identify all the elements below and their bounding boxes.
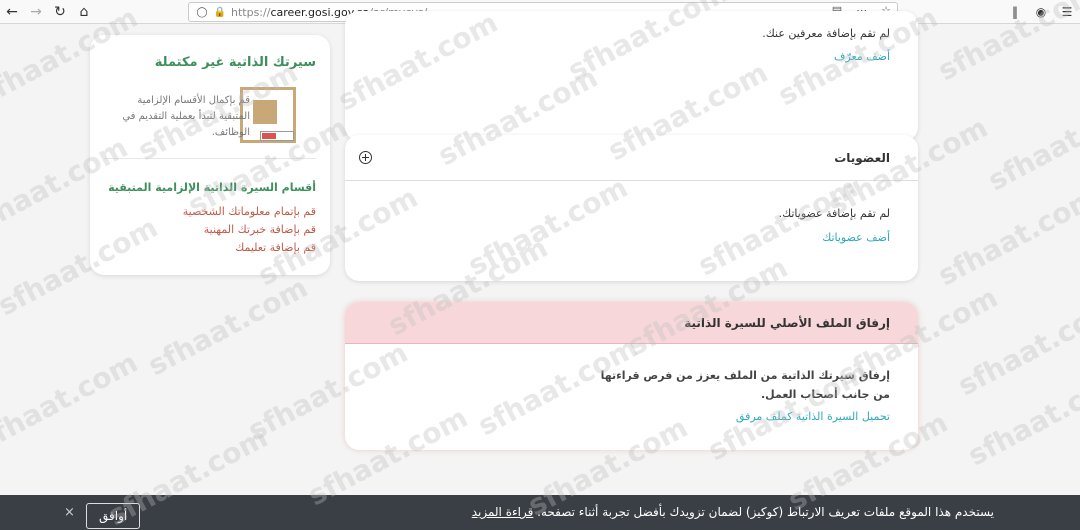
upload-cv-link[interactable]: تحميل السيرة الذاتية كملف مرفق <box>736 410 890 423</box>
sidebar-divider <box>104 158 316 159</box>
cv-progress-bar <box>260 131 294 141</box>
cv-attachment-card: إرفاق الملف الأصلي للسيرة الذاتية إرفاق … <box>345 302 918 450</box>
memberships-card: العضويات لم تقم بإضافة عضوياتك. أضف عضوي… <box>345 135 918 281</box>
cv-progress-fill <box>262 133 276 139</box>
cv-incomplete-title: سيرتك الذاتية غير مكتملة <box>154 55 316 70</box>
lock-icon[interactable]: 🔒 <box>213 5 227 19</box>
cookie-message: يستخدم هذا الموقع ملفات تعريف الارتباط (… <box>472 505 994 519</box>
cv-attachment-header: إرفاق الملف الأصلي للسيرة الذاتية <box>345 302 918 344</box>
library-icon[interactable]: ‖ <box>1002 0 1028 24</box>
references-empty-text: لم تقم بإضافة معرفين عنك. <box>762 27 890 40</box>
plus-circle-icon[interactable] <box>359 151 372 164</box>
required-section-experience[interactable]: قم بإضافة خبرتك المهنية <box>183 221 316 239</box>
shield-icon[interactable]: ◯ <box>195 5 209 19</box>
cv-attachment-title: إرفاق الملف الأصلي للسيرة الذاتية <box>684 315 890 330</box>
add-reference-link[interactable]: أضف معرّف <box>834 50 890 63</box>
required-section-education[interactable]: قم بإضافة تعليمك <box>183 239 316 257</box>
references-card: لم تقم بإضافة معرفين عنك. أضف معرّف <box>345 11 918 141</box>
memberships-header[interactable]: العضويات <box>345 135 918 181</box>
reload-icon[interactable]: ↻ <box>48 0 72 24</box>
close-icon[interactable]: × <box>64 505 75 520</box>
page-content: لم تقم بإضافة معرفين عنك. أضف معرّف العض… <box>0 11 1080 495</box>
required-sections-title: أقسام السيرة الذاتية الإلزامية المتبقية <box>108 181 316 194</box>
add-membership-link[interactable]: أضف عضوياتك <box>822 231 890 244</box>
back-arrow-icon[interactable]: ← <box>0 0 24 24</box>
menu-icon[interactable]: ☰ <box>1054 0 1080 24</box>
forward-arrow-icon[interactable]: → <box>24 0 48 24</box>
required-sections-list: قم بإتمام معلوماتك الشخصية قم بإضافة خبر… <box>183 203 316 257</box>
account-icon[interactable]: ◉ <box>1028 0 1054 24</box>
accept-cookies-button[interactable]: أوافق <box>86 503 141 529</box>
home-icon[interactable]: ⌂ <box>72 0 96 24</box>
cookie-message-text: يستخدم هذا الموقع ملفات تعريف الارتباط (… <box>537 505 994 519</box>
cookie-consent-bar: يستخدم هذا الموقع ملفات تعريف الارتباط (… <box>0 495 1080 530</box>
memberships-title: العضويات <box>834 150 890 165</box>
cv-status-sidebar: سيرتك الذاتية غير مكتملة قم بإكمال الأقس… <box>90 35 330 275</box>
memberships-empty-text: لم تقم بإضافة عضوياتك. <box>778 207 890 220</box>
read-more-link[interactable]: قراءة المزيد <box>472 505 534 519</box>
url-prefix: https:// <box>231 5 271 19</box>
cv-attachment-description: إرفاق سيرتك الذاتية من الملف يعزز من فرص… <box>600 369 890 401</box>
cv-incomplete-description: قم بإكمال الأقسام الإلزامية المتبقية لتب… <box>122 95 250 138</box>
required-section-personal-info[interactable]: قم بإتمام معلوماتك الشخصية <box>183 203 316 221</box>
